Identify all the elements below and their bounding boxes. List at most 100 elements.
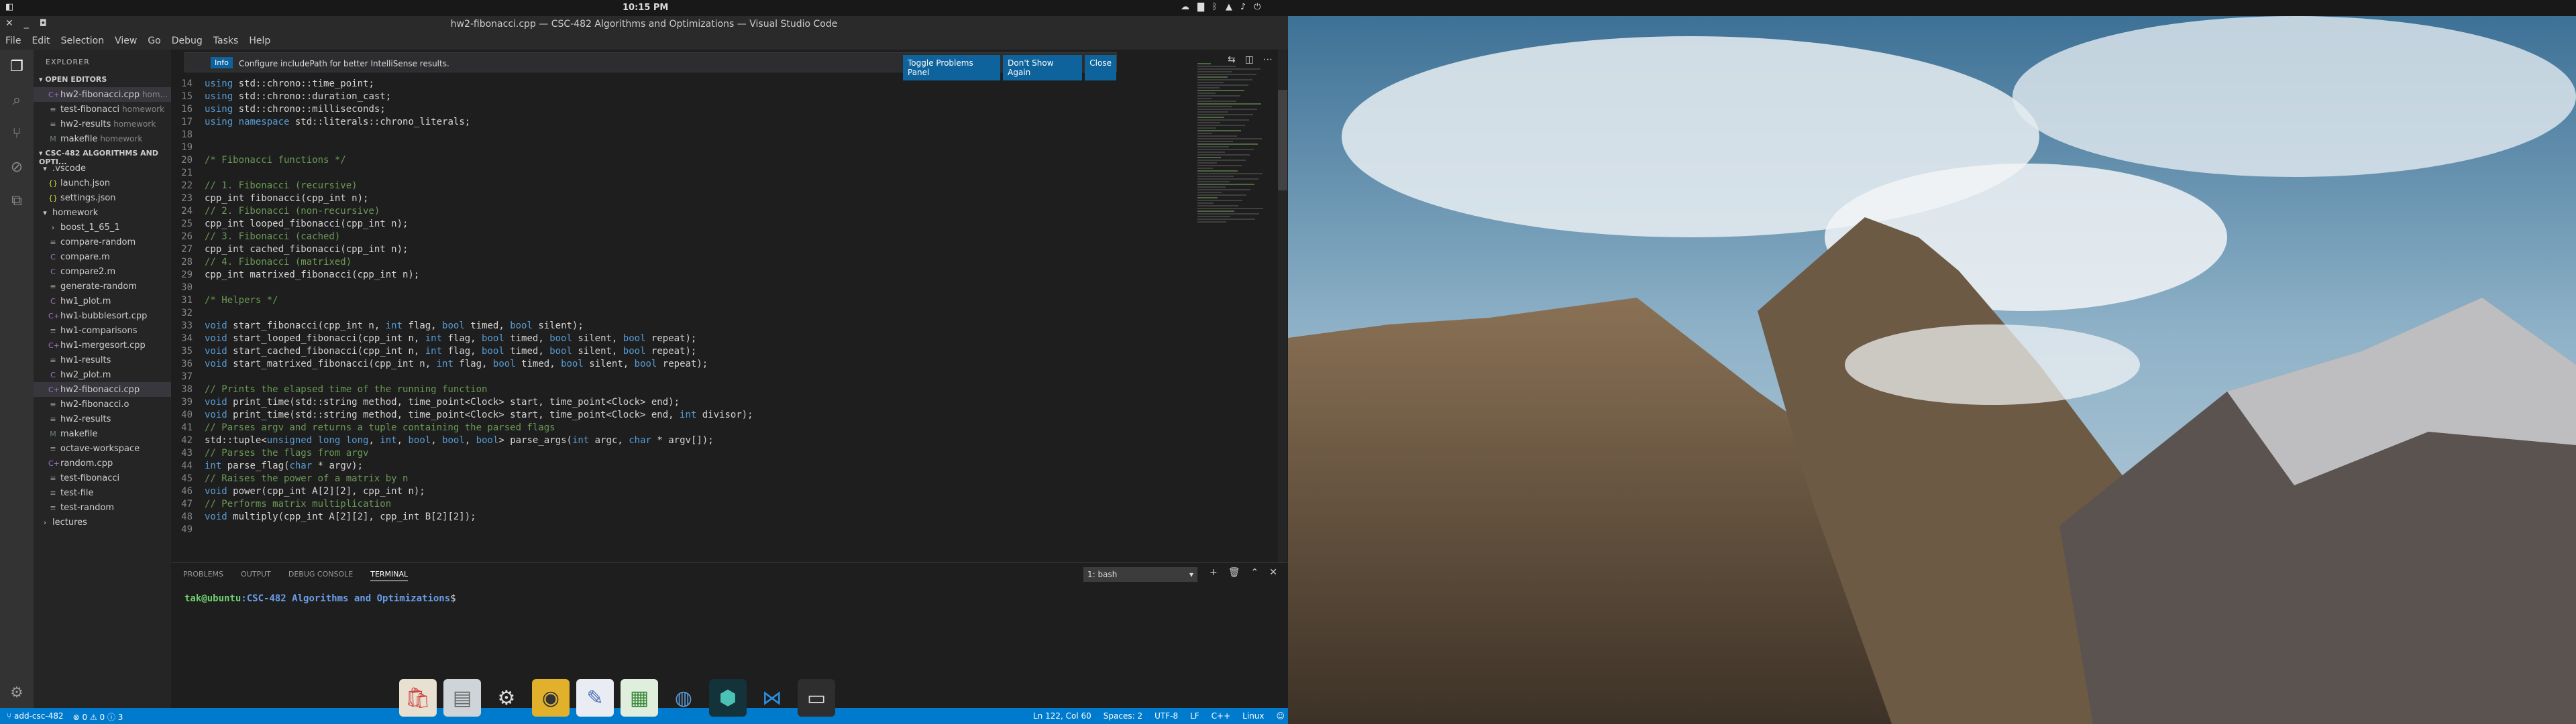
language-mode[interactable]: C++ xyxy=(1212,711,1231,721)
file-tree-item[interactable]: ≡ octave-workspace xyxy=(34,441,171,456)
menu-help[interactable]: Help xyxy=(244,32,276,50)
panel-tab-output[interactable]: OUTPUT xyxy=(241,570,271,581)
open-editors-section[interactable]: ▾ OPEN EDITORS xyxy=(34,72,171,87)
settings-icon[interactable]: ⚙ xyxy=(488,679,525,717)
panel-tab-problems[interactable]: PROBLEMS xyxy=(183,570,223,581)
menu-tasks[interactable]: Tasks xyxy=(208,32,244,50)
cloud-icon[interactable]: ☁ xyxy=(1181,2,1189,12)
power-icon[interactable]: ⏻ xyxy=(1254,2,1260,12)
code-text: cpp_int fibonacci(cpp_int n); xyxy=(205,193,369,204)
editor-scrollbar[interactable] xyxy=(1278,50,1287,562)
menu-selection[interactable]: Selection xyxy=(56,32,110,50)
file-tree-item[interactable]: ≡ test-fibonacci xyxy=(34,471,171,485)
file-tree-item[interactable]: C+hw2-fibonacci.cpp xyxy=(34,382,171,397)
file-tree-item[interactable]: ▾ .vscode xyxy=(34,161,171,176)
project-section[interactable]: ▾ CSC-482 ALGORITHMS AND OPTI... xyxy=(34,146,171,166)
file-name: hw1-results xyxy=(60,355,111,365)
menu-edit[interactable]: Edit xyxy=(26,32,55,50)
file-tree-item[interactable]: Chw1_plot.m xyxy=(34,294,171,308)
menu-view[interactable]: View xyxy=(109,32,142,50)
terminal-select[interactable]: 1: bash ▾ xyxy=(1083,567,1197,582)
open-editor-item[interactable]: ≡ test-fibonacci homework xyxy=(34,102,171,117)
file-tree-item[interactable]: ≡ hw2-fibonacci.o xyxy=(34,397,171,412)
maximize-panel-icon[interactable]: ⌃ xyxy=(1251,567,1259,578)
menu-go[interactable]: Go xyxy=(142,32,166,50)
file-tree-item[interactable]: {} launch.json xyxy=(34,176,171,190)
files-icon[interactable]: ▤ xyxy=(443,679,481,717)
volume-icon[interactable]: ♪ xyxy=(1240,2,1246,12)
file-tree-item[interactable]: C+hw1-mergesort.cpp xyxy=(34,338,171,353)
notification-button-close[interactable]: Close xyxy=(1085,55,1116,80)
file-tree-item[interactable]: ≡ hw2-results xyxy=(34,412,171,426)
file-tree-item[interactable]: ≡ compare-random xyxy=(34,235,171,249)
folder-icon[interactable]: ▇ xyxy=(1197,2,1204,12)
browser-icon[interactable]: ◍ xyxy=(665,679,702,717)
file-tree-item[interactable]: ▾ homework xyxy=(34,205,171,220)
file-tree-item[interactable]: ≡ hw1-comparisons xyxy=(34,323,171,338)
file-tree-item[interactable]: › boost_1_65_1 xyxy=(34,220,171,235)
extensions-icon[interactable]: ⧉ xyxy=(0,184,34,217)
code-editor[interactable]: 14 using std::chrono::time_point; 15 using … xyxy=(171,78,1191,536)
file-tree-item[interactable]: {} settings.json xyxy=(34,190,171,205)
file-tree-item[interactable]: ≡ test-file xyxy=(34,485,171,500)
line-ending[interactable]: LF xyxy=(1190,711,1199,721)
scrollbar-thumb[interactable] xyxy=(1278,90,1287,190)
os-indicator[interactable]: Linux xyxy=(1242,711,1264,721)
file-tree-item[interactable]: Mmakefile xyxy=(34,426,171,441)
notifications-icon[interactable]: ☺ xyxy=(1277,711,1285,721)
file-tree-item[interactable]: ≡ generate-random xyxy=(34,279,171,294)
close-panel-icon[interactable]: ✕ xyxy=(1269,567,1277,578)
gear-icon[interactable]: ⚙ xyxy=(0,684,34,701)
spreadsheet-icon[interactable]: ▦ xyxy=(621,679,658,717)
notification-button-toggle-problems-panel[interactable]: Toggle Problems Panel xyxy=(903,55,1001,80)
activities-icon[interactable]: ◧ xyxy=(5,2,13,12)
source-control-icon[interactable]: ⑂ xyxy=(0,117,34,150)
file-icon: C+ xyxy=(48,459,60,468)
file-tree-item[interactable]: ≡ hw1-results xyxy=(34,353,171,367)
problems-indicator[interactable]: ⊗ 0 ⚠ 0 ⓘ 3 xyxy=(73,711,123,723)
cursor-position[interactable]: Ln 122, Col 60 xyxy=(1033,711,1091,721)
file-tree-item[interactable]: C+random.cpp xyxy=(34,456,171,471)
file-icon: C xyxy=(50,267,56,276)
file-icon: {} xyxy=(48,194,58,202)
terminal-icon[interactable]: ▭ xyxy=(798,679,835,717)
explorer-sidebar: EXPLORER ▾ OPEN EDITORS C+hw2-fibonacci.… xyxy=(34,50,171,708)
bluetooth-icon[interactable]: ᛒ xyxy=(1212,2,1218,12)
trash-icon[interactable]: 🗑 xyxy=(1228,567,1240,578)
vscode-window: ✕ _ ◘ hw2-fibonacci.cpp — CSC-482 Algori… xyxy=(0,16,1288,724)
menu-file[interactable]: File xyxy=(0,32,26,50)
encoding[interactable]: UTF-8 xyxy=(1155,711,1178,721)
panel-tab-debug-console[interactable]: DEBUG CONSOLE xyxy=(288,570,353,581)
explorer-icon[interactable]: ❐ xyxy=(0,50,34,83)
minimap[interactable] xyxy=(1197,63,1271,385)
line-number: 36 xyxy=(181,359,193,369)
panel-tab-terminal[interactable]: TERMINAL xyxy=(370,570,409,581)
menu-debug[interactable]: Debug xyxy=(166,32,208,50)
file-tree-item[interactable]: ≡ test-random xyxy=(34,500,171,515)
system-clock[interactable]: 10:15 PM xyxy=(623,3,668,13)
text-editor-icon[interactable]: ✎ xyxy=(576,679,614,717)
open-editor-item[interactable]: C+hw2-fibonacci.cpp hom... xyxy=(34,87,171,102)
terminal[interactable]: tak@ubuntu:CSC-482 Algorithms and Optimi… xyxy=(184,593,456,604)
file-tree-item[interactable]: Chw2_plot.m xyxy=(34,367,171,382)
software-store-icon[interactable]: 🛍 xyxy=(399,679,437,717)
branch-indicator[interactable]: ⑂ add-csc-482 xyxy=(7,711,64,723)
debug-icon[interactable]: ⊘ xyxy=(0,150,34,184)
file-tree-item[interactable]: › lectures xyxy=(34,515,171,530)
network-icon[interactable]: ▲ xyxy=(1226,2,1232,12)
minimap-line xyxy=(1197,221,1226,223)
indentation[interactable]: Spaces: 2 xyxy=(1104,711,1142,721)
file-tree-item[interactable]: Ccompare.m xyxy=(34,249,171,264)
file-tree-item[interactable]: C+hw1-bubblesort.cpp xyxy=(34,308,171,323)
file-name: lectures xyxy=(52,518,87,528)
search-icon[interactable]: ⌕ xyxy=(0,83,34,117)
gitkraken-icon[interactable]: ⬢ xyxy=(709,679,747,717)
add-terminal-icon[interactable]: + xyxy=(1210,567,1218,578)
file-tree-item[interactable]: Ccompare2.m xyxy=(34,264,171,279)
open-editor-item[interactable]: Mmakefile homework xyxy=(34,131,171,146)
music-icon[interactable]: ◉ xyxy=(532,679,570,717)
notification-button-don-t-show-again[interactable]: Don't Show Again xyxy=(1003,55,1083,80)
open-editor-item[interactable]: ≡ hw2-results homework xyxy=(34,117,171,131)
vscode-icon[interactable]: ⋈ xyxy=(753,679,791,717)
code-text: using std::chrono::milliseconds; xyxy=(205,104,386,115)
